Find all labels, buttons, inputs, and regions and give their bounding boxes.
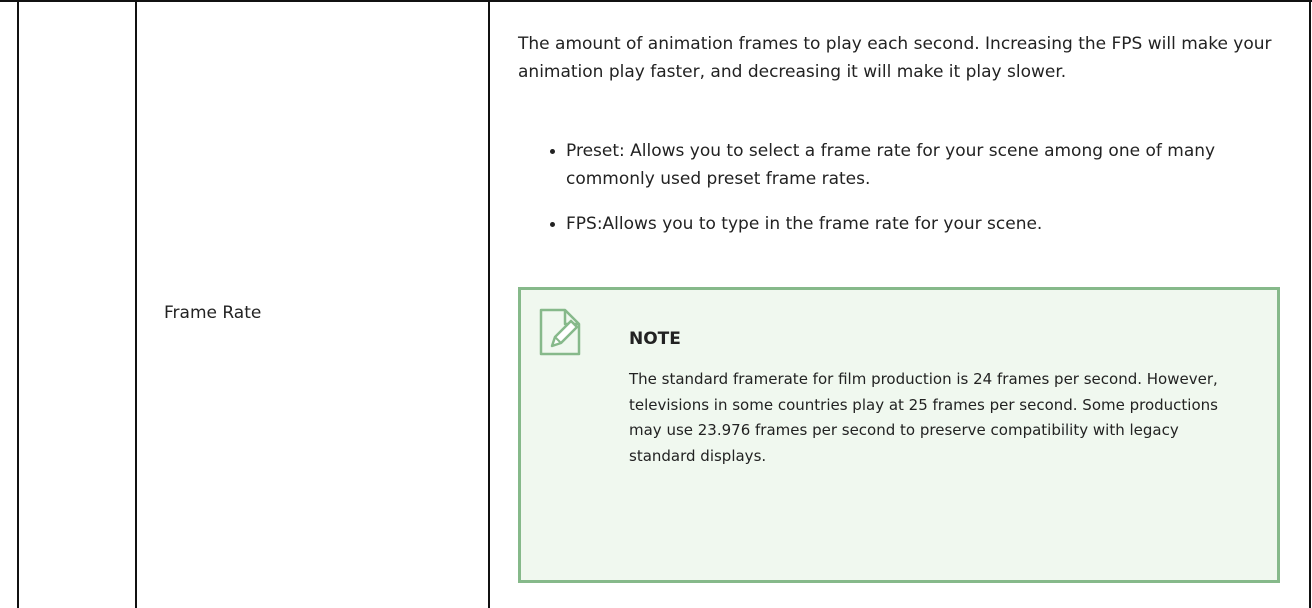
list-item-text: FPS:Allows you to type in the frame rate… xyxy=(566,214,1043,234)
option-list: Preset: Allows you to select a frame rat… xyxy=(542,137,1282,238)
list-item: Preset: Allows you to select a frame rat… xyxy=(542,137,1282,193)
list-item-text: Preset: Allows you to select a frame rat… xyxy=(566,141,1216,189)
list-item: FPS:Allows you to type in the frame rate… xyxy=(542,210,1282,238)
description-text: The amount of animation frames to play e… xyxy=(518,34,1272,82)
note-callout: NOTE The standard framerate for film pro… xyxy=(518,287,1280,583)
bullet-icon xyxy=(550,149,555,154)
note-edit-icon xyxy=(539,308,581,356)
note-title: NOTE xyxy=(629,329,681,349)
parameter-table: Frame Rate The amount of animation frame… xyxy=(0,0,1312,608)
bullet-icon xyxy=(550,222,555,227)
parameter-description-cell: The amount of animation frames to play e… xyxy=(490,4,1309,608)
parameter-name: Frame Rate xyxy=(164,303,262,323)
parameter-name-cell: Frame Rate xyxy=(137,4,488,608)
table-border-right xyxy=(1309,2,1311,608)
table-border-left xyxy=(17,2,19,608)
note-body: The standard framerate for film producti… xyxy=(629,370,1218,465)
